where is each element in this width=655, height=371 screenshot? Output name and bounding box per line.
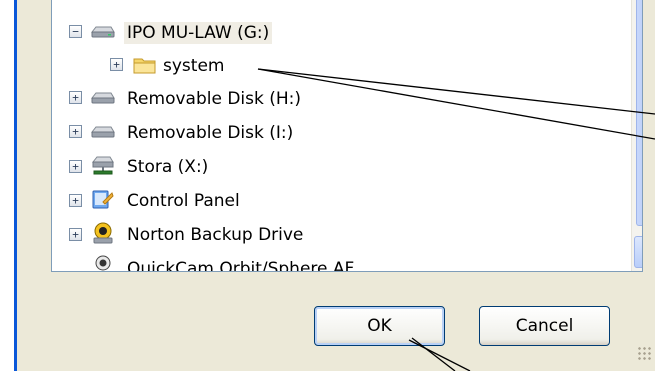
cancel-button[interactable]: Cancel <box>479 306 610 346</box>
collapse-icon[interactable]: − <box>69 25 82 38</box>
expand-icon[interactable]: + <box>69 91 82 104</box>
folder-icon <box>132 54 158 76</box>
tree-item-label: QuickCam Orbit/Sphere AF <box>127 259 355 272</box>
expand-icon[interactable]: + <box>69 160 82 173</box>
expand-icon[interactable]: + <box>69 194 82 207</box>
folder-tree-view[interactable]: − IPO MU-LAW (G:) + system + Removable D… <box>51 0 643 272</box>
tree-item-label: system <box>163 56 225 76</box>
vertical-scrollbar[interactable] <box>631 0 642 271</box>
tree-item-label: Control Panel <box>127 191 240 211</box>
scroll-down-button[interactable] <box>634 236 642 268</box>
tree-item-label: Removable Disk (H:) <box>127 89 302 109</box>
expand-icon[interactable]: + <box>69 125 82 138</box>
resize-grip[interactable] <box>637 346 653 362</box>
network-drive-icon <box>90 154 116 176</box>
scroll-thumb[interactable] <box>636 0 642 226</box>
norton-backup-icon <box>90 222 116 244</box>
expand-icon[interactable]: + <box>69 228 82 241</box>
drive-icon <box>90 87 116 109</box>
webcam-icon <box>90 254 116 271</box>
tree-item-label: Removable Disk (I:) <box>127 123 294 143</box>
expand-icon[interactable]: + <box>110 58 123 71</box>
tree-item-label: Norton Backup Drive <box>127 225 304 245</box>
drive-icon <box>90 21 116 43</box>
ok-button[interactable]: OK <box>314 306 445 346</box>
browse-folder-dialog: − IPO MU-LAW (G:) + system + Removable D… <box>14 0 655 371</box>
tree-item-label: IPO MU-LAW (G:) <box>124 22 273 44</box>
drive-icon <box>90 121 116 143</box>
tree-item-label: Stora (X:) <box>127 157 209 177</box>
control-panel-icon <box>90 188 116 210</box>
